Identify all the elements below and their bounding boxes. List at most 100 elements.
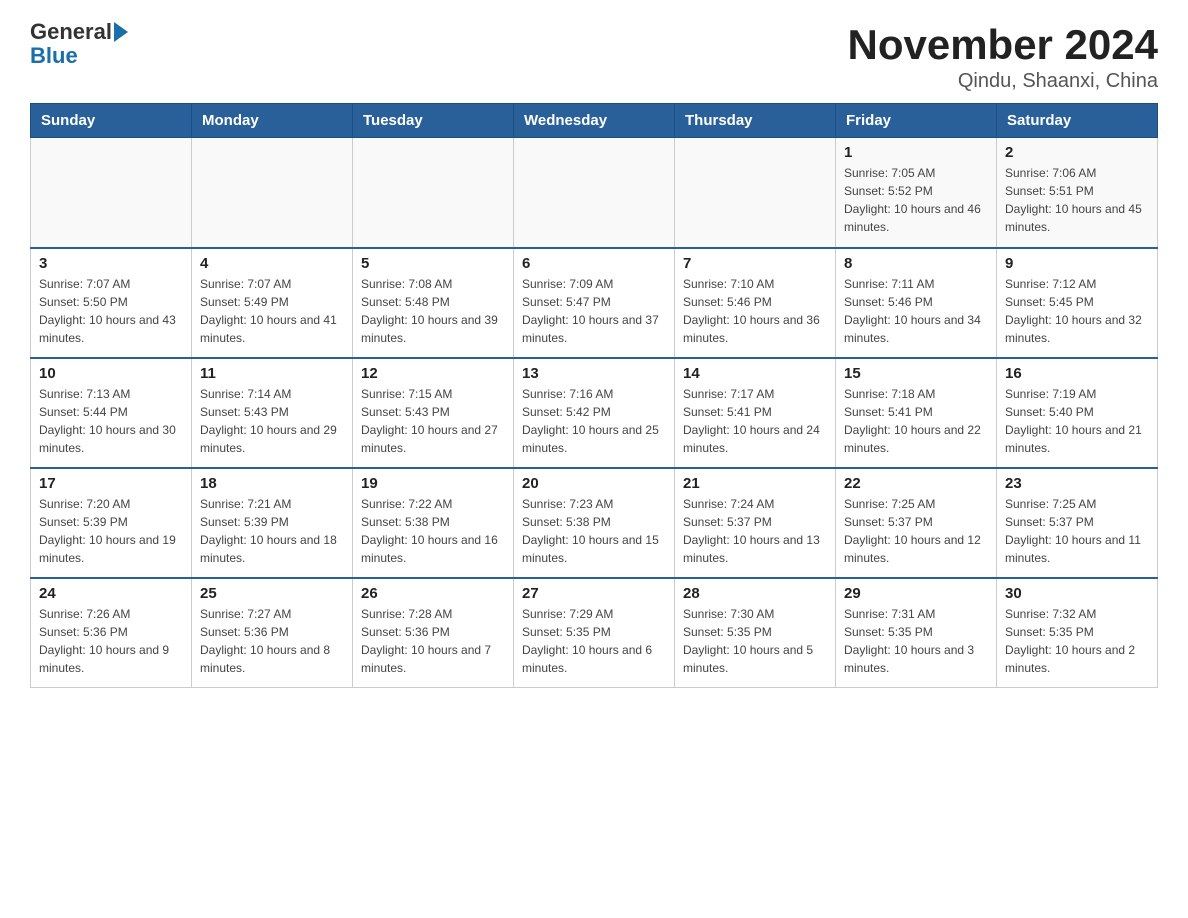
calendar-cell: 25Sunrise: 7:27 AMSunset: 5:36 PMDayligh… [192,578,353,688]
weekday-header-friday: Friday [836,104,997,138]
calendar-cell: 8Sunrise: 7:11 AMSunset: 5:46 PMDaylight… [836,248,997,358]
day-number: 22 [844,475,988,492]
day-info: Sunrise: 7:32 AMSunset: 5:35 PMDaylight:… [1005,605,1149,677]
calendar-cell: 23Sunrise: 7:25 AMSunset: 5:37 PMDayligh… [997,468,1158,578]
day-info: Sunrise: 7:09 AMSunset: 5:47 PMDaylight:… [522,275,666,347]
day-number: 29 [844,585,988,602]
calendar-cell: 5 Sunrise: 7:08 AMSunset: 5:48 PMDaylight… [353,248,514,358]
day-info: Sunrise: 7:25 AMSunset: 5:37 PMDaylight:… [844,495,988,567]
day-number: 28 [683,585,827,602]
day-info: Sunrise: 7:06 AMSunset: 5:51 PMDaylight:… [1005,164,1149,236]
day-number: 26 [361,585,505,602]
day-info: Sunrise: 7:23 AMSunset: 5:38 PMDaylight:… [522,495,666,567]
day-info: Sunrise: 7:07 AMSunset: 5:49 PMDaylight:… [200,275,344,347]
weekday-header-sunday: Sunday [31,104,192,138]
day-number: 25 [200,585,344,602]
weekday-header-tuesday: Tuesday [353,104,514,138]
calendar-cell: 15 Sunrise: 7:18 AMSunset: 5:41 PMDayligh… [836,358,997,468]
day-info: Sunrise: 7:28 AMSunset: 5:36 PMDaylight:… [361,605,505,677]
calendar-cell: 3Sunrise: 7:07 AMSunset: 5:50 PMDaylight… [31,248,192,358]
calendar-cell: 18Sunrise: 7:21 AMSunset: 5:39 PMDayligh… [192,468,353,578]
calendar-week-row: 3Sunrise: 7:07 AMSunset: 5:50 PMDaylight… [31,248,1158,358]
day-info: Sunrise: 7:13 AMSunset: 5:44 PMDaylight:… [39,385,183,457]
day-info: Sunrise: 7:15 AMSunset: 5:43 PMDaylight:… [361,385,505,457]
calendar-body: 1Sunrise: 7:05 AMSunset: 5:52 PMDaylight… [31,138,1158,688]
calendar-week-row: 24 Sunrise: 7:26 AMSunset: 5:36 PMDayligh… [31,578,1158,688]
day-number: 5 [361,255,505,272]
day-info: Sunrise: 7:24 AMSunset: 5:37 PMDaylight:… [683,495,827,567]
day-info: Sunrise: 7:31 AMSunset: 5:35 PMDaylight:… [844,605,988,677]
calendar-cell [514,138,675,248]
day-number: 14 [683,365,827,382]
day-number: 11 [200,365,344,382]
logo-arrow-icon [114,22,128,42]
day-info: Sunrise: 7:19 AMSunset: 5:40 PMDaylight:… [1005,385,1149,457]
calendar-cell: 12Sunrise: 7:15 AMSunset: 5:43 PMDayligh… [353,358,514,468]
calendar-week-row: 17 Sunrise: 7:20 AMSunset: 5:39 PMDayligh… [31,468,1158,578]
day-info: Sunrise: 7:08 AMSunset: 5:48 PMDaylight:… [361,275,505,347]
calendar-cell: 14 Sunrise: 7:17 AMSunset: 5:41 PMDayligh… [675,358,836,468]
calendar-cell: 21 Sunrise: 7:24 AMSunset: 5:37 PMDayligh… [675,468,836,578]
day-number: 9 [1005,255,1149,272]
day-number: 27 [522,585,666,602]
day-number: 24 [39,585,183,602]
day-info: Sunrise: 7:18 AMSunset: 5:41 PMDaylight:… [844,385,988,457]
day-number: 10 [39,365,183,382]
logo-general-text: General [30,20,112,44]
title-block: November 2024 Qindu, Shaanxi, China [847,20,1158,93]
weekday-header-thursday: Thursday [675,104,836,138]
day-info: Sunrise: 7:14 AMSunset: 5:43 PMDaylight:… [200,385,344,457]
day-info: Sunrise: 7:26 AMSunset: 5:36 PMDaylight:… [39,605,183,677]
day-number: 21 [683,475,827,492]
day-info: Sunrise: 7:10 AMSunset: 5:46 PMDaylight:… [683,275,827,347]
weekday-header-wednesday: Wednesday [514,104,675,138]
day-number: 16 [1005,365,1149,382]
day-info: Sunrise: 7:22 AMSunset: 5:38 PMDaylight:… [361,495,505,567]
calendar-cell: 20 Sunrise: 7:23 AMSunset: 5:38 PMDayligh… [514,468,675,578]
calendar-table: SundayMondayTuesdayWednesdayThursdayFrid… [30,103,1158,688]
day-number: 13 [522,365,666,382]
day-number: 20 [522,475,666,492]
day-number: 7 [683,255,827,272]
day-number: 6 [522,255,666,272]
calendar-cell: 11 Sunrise: 7:14 AMSunset: 5:43 PMDayligh… [192,358,353,468]
day-number: 17 [39,475,183,492]
day-number: 23 [1005,475,1149,492]
calendar-cell: 1Sunrise: 7:05 AMSunset: 5:52 PMDaylight… [836,138,997,248]
day-info: Sunrise: 7:17 AMSunset: 5:41 PMDaylight:… [683,385,827,457]
weekday-header-saturday: Saturday [997,104,1158,138]
day-number: 3 [39,255,183,272]
day-info: Sunrise: 7:12 AMSunset: 5:45 PMDaylight:… [1005,275,1149,347]
calendar-cell: 24 Sunrise: 7:26 AMSunset: 5:36 PMDayligh… [31,578,192,688]
calendar-cell: 13Sunrise: 7:16 AMSunset: 5:42 PMDayligh… [514,358,675,468]
calendar-cell [31,138,192,248]
day-number: 30 [1005,585,1149,602]
calendar-cell [353,138,514,248]
calendar-cell: 7 Sunrise: 7:10 AMSunset: 5:46 PMDaylight… [675,248,836,358]
day-info: Sunrise: 7:11 AMSunset: 5:46 PMDaylight:… [844,275,988,347]
calendar-header: SundayMondayTuesdayWednesdayThursdayFrid… [31,104,1158,138]
calendar-cell [192,138,353,248]
main-title: November 2024 [847,20,1158,70]
calendar-cell: 2 Sunrise: 7:06 AMSunset: 5:51 PMDaylight… [997,138,1158,248]
day-number: 15 [844,365,988,382]
subtitle: Qindu, Shaanxi, China [847,70,1158,93]
calendar-week-row: 1Sunrise: 7:05 AMSunset: 5:52 PMDaylight… [31,138,1158,248]
logo-blue-text: Blue [30,44,78,68]
calendar-week-row: 10 Sunrise: 7:13 AMSunset: 5:44 PMDayligh… [31,358,1158,468]
calendar-cell: 19 Sunrise: 7:22 AMSunset: 5:38 PMDayligh… [353,468,514,578]
calendar-cell: 10 Sunrise: 7:13 AMSunset: 5:44 PMDayligh… [31,358,192,468]
page-header: General Blue November 2024 Qindu, Shaanx… [30,20,1158,93]
day-number: 2 [1005,144,1149,161]
calendar-cell: 27Sunrise: 7:29 AMSunset: 5:35 PMDayligh… [514,578,675,688]
day-info: Sunrise: 7:20 AMSunset: 5:39 PMDaylight:… [39,495,183,567]
day-number: 19 [361,475,505,492]
weekday-header-row: SundayMondayTuesdayWednesdayThursdayFrid… [31,104,1158,138]
calendar-cell: 30 Sunrise: 7:32 AMSunset: 5:35 PMDayligh… [997,578,1158,688]
calendar-cell: 28Sunrise: 7:30 AMSunset: 5:35 PMDayligh… [675,578,836,688]
day-number: 18 [200,475,344,492]
logo: General Blue [30,20,128,68]
day-number: 1 [844,144,988,161]
calendar-cell: 17 Sunrise: 7:20 AMSunset: 5:39 PMDayligh… [31,468,192,578]
calendar-cell: 22 Sunrise: 7:25 AMSunset: 5:37 PMDayligh… [836,468,997,578]
